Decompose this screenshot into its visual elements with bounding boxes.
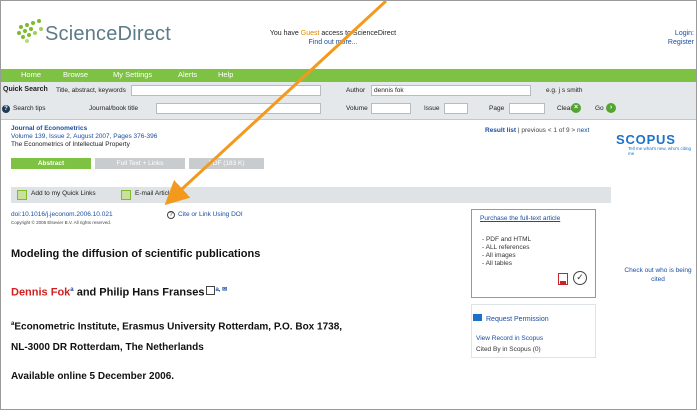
email-icon[interactable] [121,190,131,200]
author-list: Dennis Foka and Philip Hans Franses a, ✉ [11,286,227,299]
check-out-cited-link[interactable]: Check out who is being cited [619,266,696,284]
journal-title-input[interactable] [156,103,321,114]
result-navigation: Result list | previous < 1 of 9 > next [485,127,589,134]
author-input[interactable]: dennis fok [371,85,531,96]
nav-help[interactable]: Help [218,70,233,79]
copyright-notice: Copyright © 2006 Elsevier B.V. All right… [11,220,111,225]
volume-issue-link[interactable]: Volume 139, Issue 2, August 2007, Pages … [11,133,157,140]
issue-label: Issue [424,105,440,112]
sciencedirect-logo[interactable]: ScienceDirect [13,15,193,55]
cite-link-doi[interactable]: ? Cite or Link Using DOI [167,211,243,219]
clear-button[interactable]: × [571,103,581,113]
author-hint: e.g. j s smith [546,87,583,94]
request-permission-text: Request Permission [486,316,549,323]
journal-title-link[interactable]: Journal of Econometrics [11,125,87,132]
author-dennis-fok[interactable]: Dennis Fok [11,287,70,299]
issue-input[interactable] [444,103,468,114]
email-article-link[interactable]: E-mail Article [135,190,173,197]
register-link[interactable]: Register [668,39,694,46]
affiliation: aEconometric Institute, Erasmus Universi… [11,314,471,358]
guest-prefix: You have [269,30,301,37]
login-link[interactable]: Login: [675,30,694,37]
doi-link[interactable]: doi:10.1016/j.jeconom.2006.10.021 [11,211,113,218]
result-position: | previous < 1 of 9 > [516,127,578,134]
keywords-input[interactable] [131,85,321,96]
journal-title-label: Journal/book title [89,105,139,112]
scopus-logo[interactable]: SCOPUS [616,132,676,147]
nav-browse[interactable]: Browse [63,70,88,79]
affiliation-line-2: NL-3000 DR Rotterdam, The Netherlands [11,342,204,354]
search-tips-link[interactable]: Search tips [13,105,46,112]
author-label: Author [346,87,366,94]
search-tips-icon[interactable]: ? [2,105,10,113]
purchase-contents: - PDF and HTML - ALL references - All im… [482,236,531,268]
available-online-date: Available online 5 December 2006. [11,371,175,382]
purchase-item: - ALL references [482,244,530,251]
quick-links-icon[interactable] [17,190,27,200]
next-link[interactable]: next [577,127,589,134]
browser-viewport: ScienceDirect You have Guest access to S… [0,0,697,410]
checkmark-icon: ✓ [573,271,587,285]
tab-abstract[interactable]: Abstract [11,158,91,169]
article-tabs: Abstract Full Text + Links PDF (183 K) [11,158,264,169]
logo-dots-icon [13,15,43,45]
nav-my-settings[interactable]: My Settings [113,70,152,79]
journal-citation: Journal of Econometrics Volume 139, Issu… [11,125,157,149]
main-nav: Home Browse My Settings Alerts Help [1,69,696,82]
tab-pdf[interactable]: PDF (183 K) [189,158,264,169]
doi-block: doi:10.1016/j.jeconom.2006.10.021 Copyri… [11,211,113,227]
volume-input[interactable] [371,103,411,114]
special-issue-title: The Econometrics of Intellectual Propert… [11,141,130,148]
quick-search-panel: Quick Search Title, abstract, keywords A… [1,82,696,120]
guest-access-notice: You have Guest access to ScienceDirect F… [233,29,433,47]
logo-text: ScienceDirect [45,23,171,45]
cited-by-scopus: Cited By in Scopus (0) [476,346,541,353]
author-and-franses: and Philip Hans Franses [73,286,205,299]
nav-alerts[interactable]: Alerts [178,70,197,79]
result-list-link[interactable]: Result list [485,127,516,134]
affiliation-line-1: Econometric Institute, Erasmus Universit… [14,321,343,333]
article-title: Modeling the diffusion of scientific pub… [11,248,261,260]
pdf-icon [558,273,568,285]
nav-home[interactable]: Home [21,70,41,79]
author2-affiliation-sup[interactable]: a, ✉ [215,287,227,293]
find-out-more-link[interactable]: Find out more... [308,39,357,46]
article-toolbar: Add to my Quick Links E-mail Article [11,187,611,203]
page-header: ScienceDirect You have Guest access to S… [1,1,696,69]
volume-label: Volume [346,105,368,112]
purchase-item: - All images [482,252,516,259]
purchase-panel: Purchase the full-text article - PDF and… [471,209,596,298]
keywords-label: Title, abstract, keywords [56,87,126,94]
go-button[interactable]: › [606,103,616,113]
permission-arrow-icon [473,314,482,321]
purchase-item: - PDF and HTML [482,236,532,243]
tab-full-text[interactable]: Full Text + Links [95,158,185,169]
account-links: Login: Register [668,29,694,47]
guest-suffix: access to ScienceDirect [319,30,397,37]
page-input[interactable] [509,103,545,114]
cite-link-text: Cite or Link Using DOI [178,211,243,218]
scopus-tagline: Tell me what's new, who's citing me [628,146,691,156]
guest-word: Guest [300,30,320,37]
purchase-article-link[interactable]: Purchase the full-text article [480,215,560,222]
go-label: Go [595,105,604,112]
request-permission-link[interactable]: Request Permission [473,314,549,323]
add-quick-links-link[interactable]: Add to my Quick Links [31,190,96,197]
view-record-scopus-link[interactable]: View Record in Scopus [476,335,543,342]
page-label: Page [489,105,505,112]
quick-search-label: Quick Search [3,86,48,93]
purchase-item: - All tables [482,260,512,267]
help-circle-icon: ? [167,211,175,219]
